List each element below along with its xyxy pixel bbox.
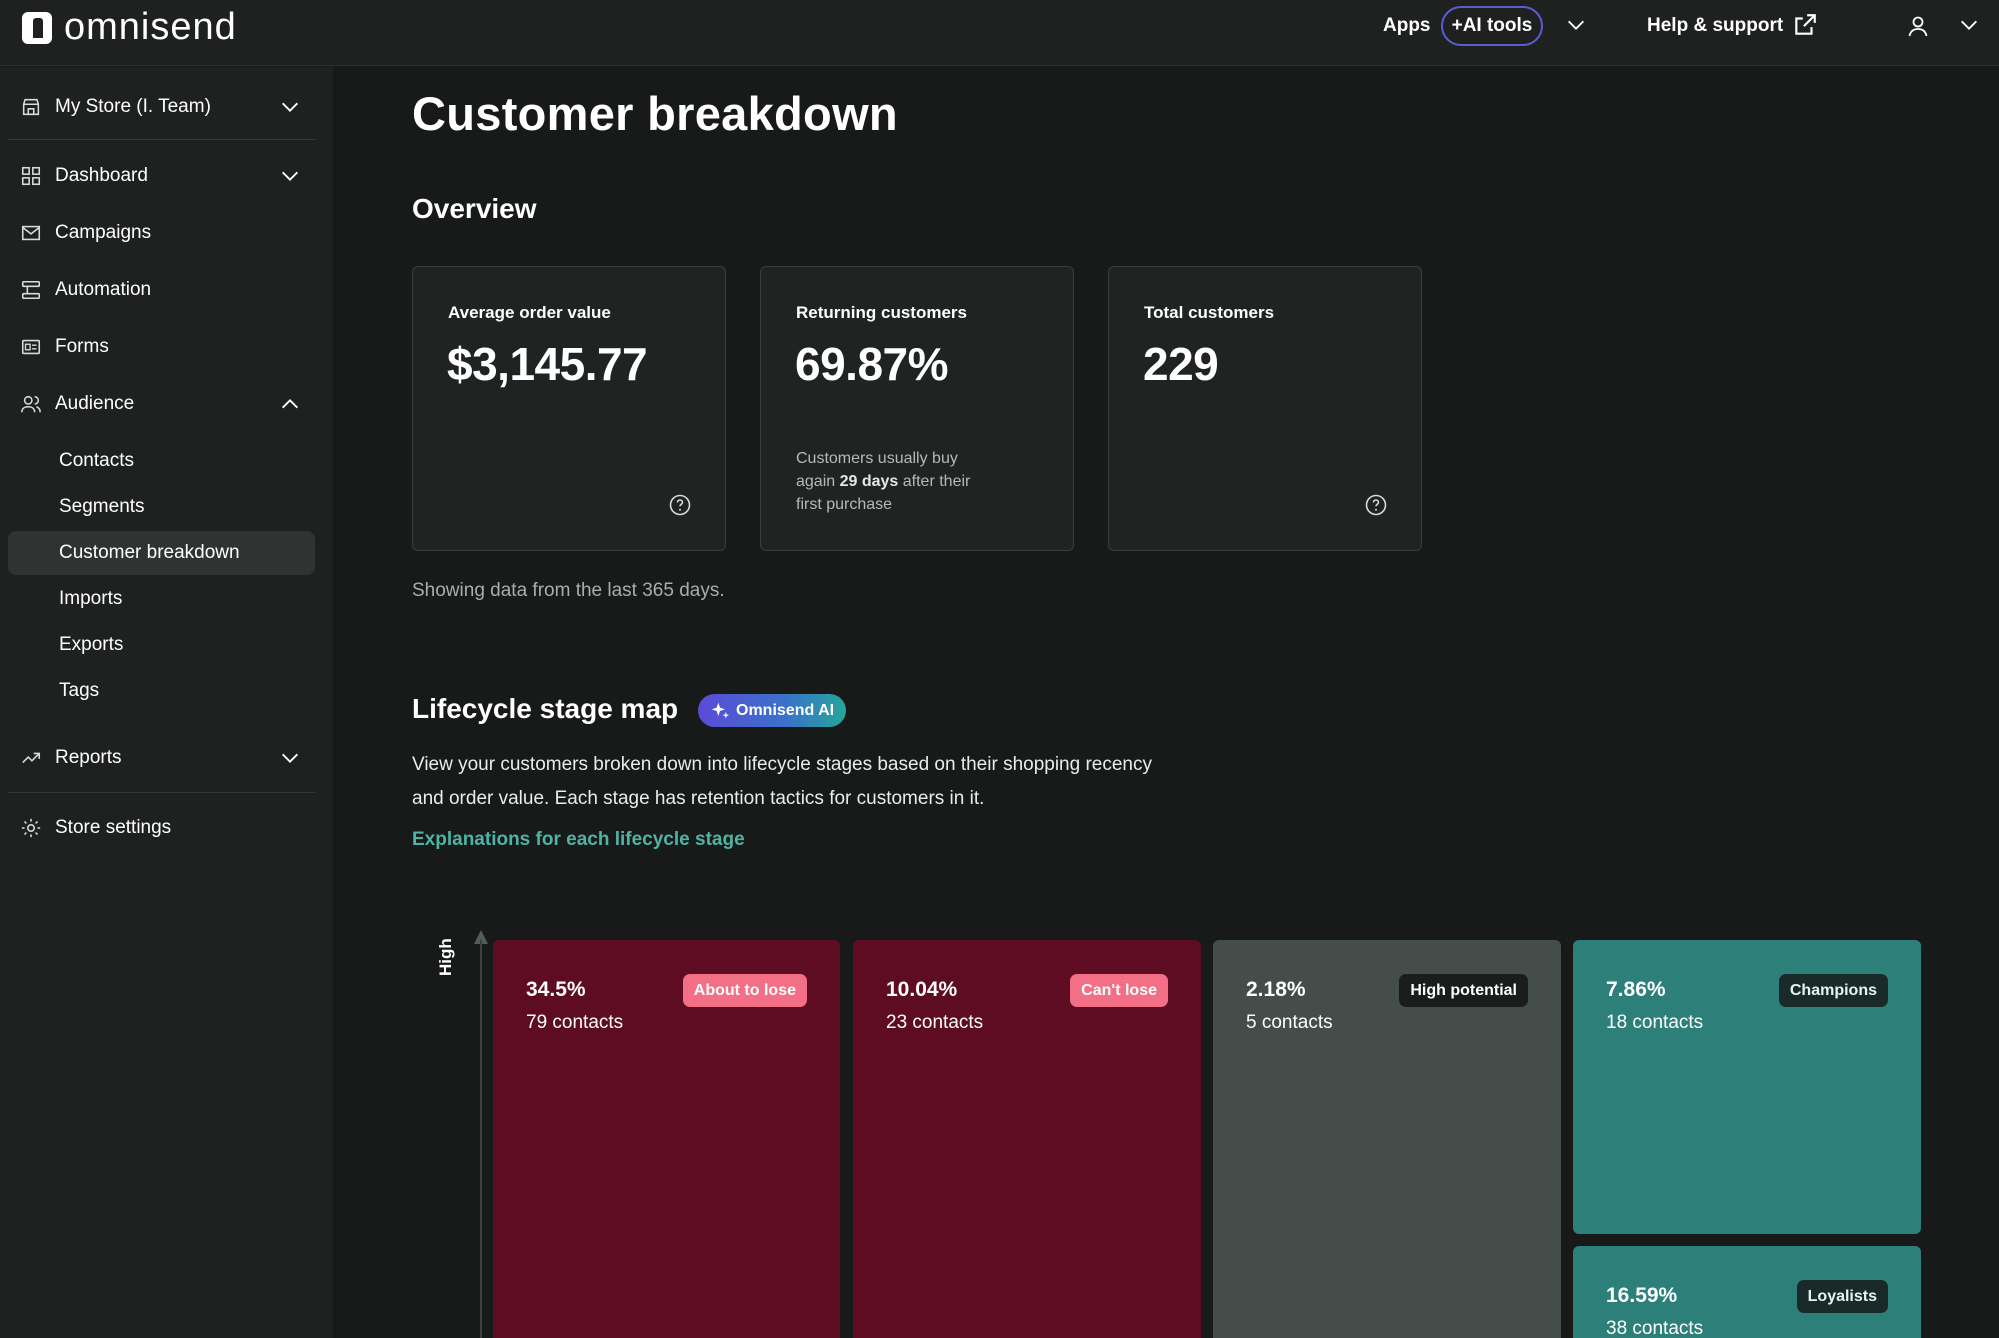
form-icon xyxy=(21,339,41,355)
mail-icon xyxy=(21,225,41,241)
stage-contacts: 5 contacts xyxy=(1246,1012,1333,1033)
stage-percentage: 2.18% xyxy=(1246,978,1306,1001)
sidebar-divider xyxy=(8,792,315,793)
stage-contacts: 79 contacts xyxy=(526,1012,624,1033)
sidebar-subitem-imports[interactable]: Imports xyxy=(8,577,315,621)
chevron-down-icon[interactable] xyxy=(1565,14,1587,36)
user-icon[interactable] xyxy=(1906,14,1930,38)
lifecycle-explanations-link[interactable]: Explanations for each lifecycle stage xyxy=(412,829,745,851)
overview-title: Overview xyxy=(412,193,537,224)
sidebar-item-label: Reports xyxy=(55,747,122,768)
sidebar-subitem-label: Segments xyxy=(59,496,145,517)
page-title: Customer breakdown xyxy=(412,87,898,140)
sidebar: My Store (I. Team) Dashboard Campaigns A… xyxy=(0,67,333,1338)
logo-mark-icon xyxy=(22,11,52,44)
axis-line xyxy=(480,940,482,1338)
sidebar-subitem-label: Imports xyxy=(59,588,123,609)
stage-tag: About to lose xyxy=(682,974,807,1007)
sidebar-item-dashboard[interactable]: Dashboard xyxy=(8,154,315,198)
sparkle-icon xyxy=(711,702,730,718)
stage-champions[interactable]: 7.86% 18 contacts Champions xyxy=(1573,940,1921,1234)
stage-contacts: 38 contacts xyxy=(1606,1318,1704,1338)
sidebar-item-label: Audience xyxy=(55,393,135,414)
sidebar-subitem-customer-breakdown[interactable]: Customer breakdown xyxy=(8,531,315,575)
sidebar-item-label: Automation xyxy=(55,279,152,300)
dashboard-grid-icon xyxy=(21,166,41,186)
stage-contacts: 23 contacts xyxy=(886,1012,984,1033)
gear-icon xyxy=(21,818,41,838)
stage-percentage: 10.04% xyxy=(886,978,958,1001)
card-value: 229 xyxy=(1143,338,1219,390)
sidebar-item-store-settings[interactable]: Store settings xyxy=(8,806,315,850)
ai-badge-label: Omnisend AI xyxy=(736,701,835,719)
sidebar-subitem-label: Contacts xyxy=(59,450,134,471)
ai-tools-button[interactable]: +AI tools xyxy=(1441,6,1543,46)
data-range-note: Showing data from the last 365 days. xyxy=(412,580,725,601)
card-value: 69.87% xyxy=(795,338,949,390)
returning-customers-card: Returning customers 69.87% Customers usu… xyxy=(760,266,1074,551)
help-circle-icon[interactable] xyxy=(668,493,692,517)
axis-label-high: High xyxy=(436,938,455,976)
external-link-icon[interactable] xyxy=(1792,12,1818,38)
chevron-up-icon xyxy=(282,399,298,409)
lifecycle-description: View your customers broken down into lif… xyxy=(412,754,1152,809)
stage-percentage: 16.59% xyxy=(1606,1284,1678,1307)
stage-tag: Champions xyxy=(1778,974,1888,1007)
help-support-link[interactable]: Help & support xyxy=(1647,15,1783,37)
card-value: $3,145.77 xyxy=(447,338,648,390)
sidebar-subitem-segments[interactable]: Segments xyxy=(8,485,315,529)
sidebar-item-label: Forms xyxy=(55,336,109,357)
sidebar-item-campaigns[interactable]: Campaigns xyxy=(8,211,315,255)
top-bar: omnisend Apps +AI tools Help & support xyxy=(0,0,1999,66)
stage-high-potential[interactable]: 2.18% 5 contacts High potential xyxy=(1213,940,1561,1338)
omnisend-ai-badge: Omnisend AI xyxy=(698,694,846,727)
chevron-down-icon xyxy=(282,171,298,181)
account-chevron-down-icon[interactable] xyxy=(1958,14,1980,36)
stage-tag: Loyalists xyxy=(1796,1280,1888,1313)
users-icon xyxy=(21,395,41,413)
chevron-down-icon xyxy=(282,753,298,763)
lifecycle-title: Lifecycle stage map xyxy=(412,693,679,724)
sidebar-subitem-contacts[interactable]: Contacts xyxy=(8,439,315,483)
card-title: Total customers xyxy=(1144,303,1275,322)
sidebar-item-forms[interactable]: Forms xyxy=(8,325,315,369)
sidebar-subitem-exports[interactable]: Exports xyxy=(8,623,315,667)
stage-percentage: 7.86% xyxy=(1606,978,1666,1001)
stage-loyalists[interactable]: 16.59% 38 contacts Loyalists xyxy=(1573,1246,1921,1338)
sidebar-item-label: Store settings xyxy=(55,817,172,838)
stage-tag: Can't lose xyxy=(1070,974,1168,1007)
stage-about-to-lose[interactable]: 34.5% 79 contacts About to lose xyxy=(493,940,840,1338)
sidebar-item-automation[interactable]: Automation xyxy=(8,268,315,312)
store-name: My Store (I. Team) xyxy=(55,96,211,117)
stage-percentage: 34.5% xyxy=(526,978,586,1001)
apps-menu[interactable]: Apps xyxy=(1383,15,1431,37)
card-title: Average order value xyxy=(448,303,611,322)
total-customers-card: Total customers 229 xyxy=(1108,266,1422,551)
card-note-days: 29 days xyxy=(839,473,899,490)
card-title: Returning customers xyxy=(796,303,967,322)
sidebar-subitem-label: Tags xyxy=(59,680,100,701)
help-circle-icon[interactable] xyxy=(1364,493,1388,517)
store-icon xyxy=(22,98,40,116)
sidebar-subitem-tags[interactable]: Tags xyxy=(8,669,315,713)
stage-tag: High potential xyxy=(1399,974,1528,1007)
stage-contacts: 18 contacts xyxy=(1606,1012,1704,1033)
sidebar-subitem-label: Customer breakdown xyxy=(59,542,240,563)
stage-cant-lose[interactable]: 10.04% 23 contacts Can't lose xyxy=(853,940,1201,1338)
sidebar-item-audience[interactable]: Audience xyxy=(8,382,315,426)
chevron-down-icon xyxy=(282,102,298,112)
average-order-value-card: Average order value $3,145.77 xyxy=(412,266,726,551)
automation-flow-icon xyxy=(21,280,41,300)
sidebar-item-label: Dashboard xyxy=(55,165,148,186)
card-note: Customers usually buy again 29 days afte… xyxy=(796,447,996,516)
logo-text: omnisend xyxy=(64,6,237,48)
trend-up-icon xyxy=(22,752,41,764)
sidebar-item-label: Campaigns xyxy=(55,222,152,243)
sidebar-subitem-label: Exports xyxy=(59,634,124,655)
sidebar-divider xyxy=(8,139,315,140)
store-switcher[interactable]: My Store (I. Team) xyxy=(8,85,315,129)
sidebar-item-reports[interactable]: Reports xyxy=(8,736,315,780)
omnisend-logo[interactable]: omnisend xyxy=(22,6,237,49)
